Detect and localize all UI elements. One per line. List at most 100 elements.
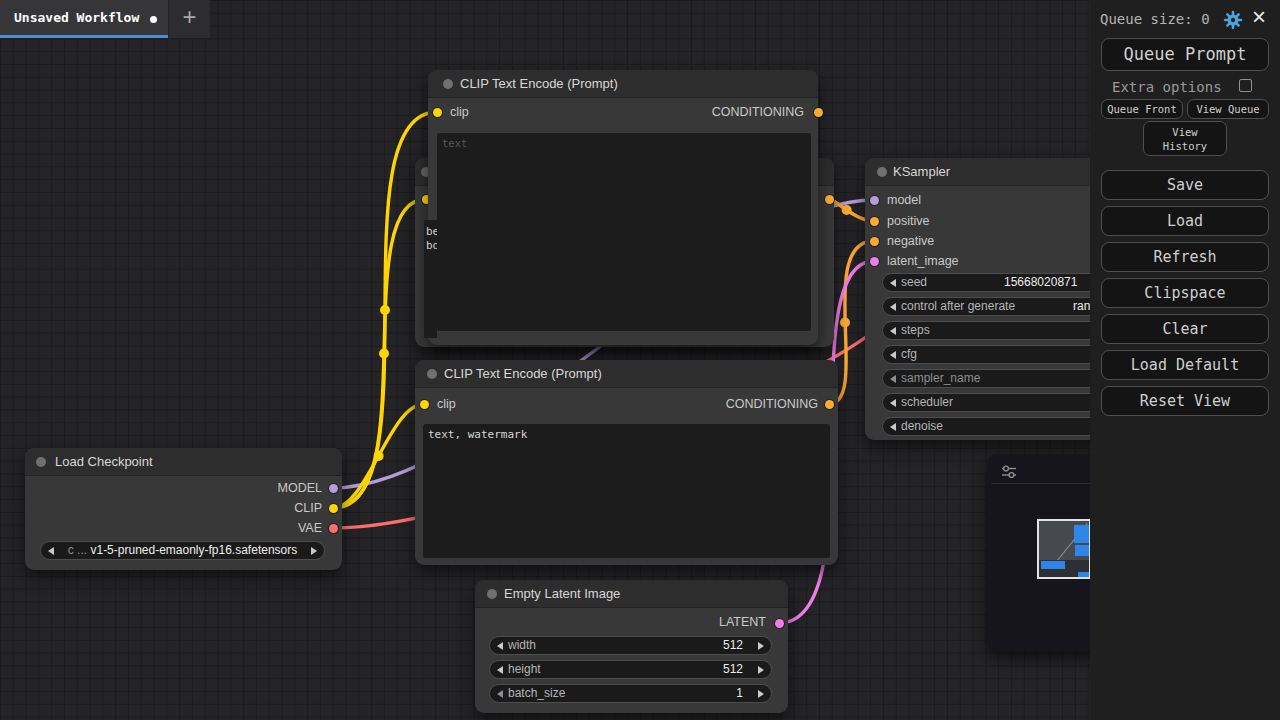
save-button[interactable]: Save [1101, 170, 1269, 200]
increment-arrow-icon[interactable] [758, 642, 764, 650]
wire-dot [842, 205, 852, 215]
decrement-arrow-icon[interactable] [890, 423, 896, 431]
output-slot-conditioning[interactable] [814, 108, 823, 117]
active-tab-underline [0, 35, 168, 38]
widget-seed[interactable]: seed 15668020871 [882, 273, 1090, 292]
decrement-arrow-icon[interactable] [890, 375, 896, 383]
widget-height[interactable]: height 512 [489, 660, 772, 679]
settings-gear-icon[interactable] [1222, 9, 1244, 31]
refresh-button[interactable]: Refresh [1101, 242, 1269, 272]
reset-view-button[interactable]: Reset View [1101, 386, 1269, 416]
hidden-node-textarea-sliver[interactable]: bebo [424, 220, 437, 338]
input-slot-latent-image[interactable] [870, 257, 879, 266]
widget-sampler-name[interactable]: sampler_name [882, 369, 1090, 388]
widget-value: v1-5-pruned-emaonly-fp16.safetensors [90, 543, 297, 557]
widget-batch-size[interactable]: batch_size 1 [489, 684, 772, 703]
collapse-dot[interactable] [443, 79, 453, 89]
decrement-arrow-icon[interactable] [890, 279, 896, 287]
close-panel-icon[interactable]: × [1252, 3, 1266, 31]
decrement-arrow-icon[interactable] [890, 303, 896, 311]
output-slot-conditioning[interactable] [825, 400, 834, 409]
view-queue-button[interactable]: View Queue [1187, 99, 1269, 119]
wire-dot [374, 451, 384, 461]
extra-options-checkbox[interactable] [1239, 79, 1252, 92]
widget-denoise[interactable]: denoise [882, 417, 1090, 436]
widget-control-after-generate[interactable]: control after generate randomize [882, 297, 1090, 316]
increment-arrow-icon[interactable] [311, 547, 317, 555]
input-slot-positive[interactable] [870, 217, 879, 226]
new-tab-button[interactable]: + [169, 0, 210, 38]
widget-label: batch_size [508, 686, 565, 700]
node-empty-latent-image[interactable]: Empty Latent Image LATENT width 512 heig… [475, 580, 788, 713]
node-graph-canvas[interactable]: CLIP Text Encode (Prompt) clip CONDITION… [0, 0, 1090, 720]
output-slot-conditioning[interactable] [825, 195, 834, 204]
input-slot-clip[interactable] [420, 400, 429, 409]
node-title-bar[interactable]: Load Checkpoint [25, 448, 342, 476]
clipspace-button[interactable]: Clipspace [1101, 278, 1269, 308]
collapse-dot[interactable] [487, 589, 497, 599]
node-title: CLIP Text Encode (Prompt) [444, 366, 602, 381]
load-default-button[interactable]: Load Default [1101, 350, 1269, 380]
increment-arrow-icon[interactable] [758, 666, 764, 674]
clear-button[interactable]: Clear [1101, 314, 1269, 344]
prompt-textarea[interactable]: text [437, 133, 811, 331]
output-slot-latent[interactable] [775, 619, 784, 628]
view-history-button[interactable]: ViewHistory [1143, 121, 1227, 156]
widget-value: 1 [736, 686, 743, 700]
collapse-dot[interactable] [877, 167, 887, 177]
unsaved-dot [150, 16, 157, 23]
widget-width[interactable]: width 512 [489, 636, 772, 655]
thumb-shape [1074, 525, 1089, 543]
input-slot-model[interactable] [870, 196, 879, 205]
tune-icon[interactable] [1001, 464, 1017, 480]
output-label: CLIP [294, 501, 322, 515]
widget-value: 512 [723, 662, 743, 676]
widget-cfg[interactable]: cfg [882, 345, 1090, 364]
queue-panel: Queue size: 0 × Queue Prompt Extra optio… [1090, 0, 1280, 720]
node-title: Empty Latent Image [504, 586, 620, 601]
image-thumbnail[interactable] [1037, 519, 1090, 579]
node-title-bar[interactable]: CLIP Text Encode (Prompt) [415, 360, 838, 388]
node-title-bar[interactable]: KSampler [865, 158, 1090, 186]
load-button[interactable]: Load [1101, 206, 1269, 236]
node-title-bar[interactable]: CLIP Text Encode (Prompt) [428, 70, 818, 98]
increment-arrow-icon[interactable] [758, 690, 764, 698]
decrement-arrow-icon[interactable] [497, 666, 503, 674]
node-save-image[interactable] [987, 454, 1090, 651]
queue-prompt-button[interactable]: Queue Prompt [1101, 38, 1269, 71]
output-slot-vae[interactable] [329, 524, 338, 533]
node-ksampler[interactable]: KSampler model positive negative latent_… [865, 158, 1090, 440]
decrement-arrow-icon[interactable] [48, 547, 54, 555]
node-load-checkpoint[interactable]: Load Checkpoint MODEL CLIP VAE c ... v1-… [25, 448, 342, 570]
queue-size-label: Queue size: 0 [1100, 11, 1210, 27]
wire-dot [380, 305, 390, 315]
output-slot-model[interactable] [329, 484, 338, 493]
input-slot-negative[interactable] [870, 237, 879, 246]
widget-steps[interactable]: steps [882, 321, 1090, 340]
node-title: KSampler [893, 164, 950, 179]
widget-ckpt-name[interactable]: c ... v1-5-pruned-emaonly-fp16.safetenso… [40, 541, 325, 560]
collapse-dot[interactable] [36, 457, 46, 467]
input-slot-clip[interactable] [433, 108, 442, 117]
decrement-arrow-icon[interactable] [890, 399, 896, 407]
prompt-textarea[interactable]: text, watermark [423, 424, 830, 558]
input-label: model [887, 193, 921, 207]
input-label: clip [437, 397, 456, 411]
node-clip-text-encode-bottom[interactable]: CLIP Text Encode (Prompt) clip CONDITION… [415, 360, 838, 565]
input-label: latent_image [887, 254, 959, 268]
queue-front-button[interactable]: Queue Front [1101, 99, 1183, 119]
input-label: positive [887, 214, 929, 228]
decrement-arrow-icon[interactable] [497, 690, 503, 698]
tab-unsaved-workflow[interactable]: Unsaved Workflow [0, 0, 168, 38]
node-title-bar[interactable]: Empty Latent Image [475, 580, 788, 608]
comfyui-app: CLIP Text Encode (Prompt) clip CONDITION… [0, 0, 1280, 720]
widget-label: denoise [901, 419, 943, 433]
decrement-arrow-icon[interactable] [497, 642, 503, 650]
input-label: negative [887, 234, 934, 248]
output-slot-clip[interactable] [329, 504, 338, 513]
collapse-dot[interactable] [427, 369, 437, 379]
decrement-arrow-icon[interactable] [890, 351, 896, 359]
widget-scheduler[interactable]: scheduler [882, 393, 1090, 412]
node-clip-text-encode-top[interactable]: CLIP Text Encode (Prompt) clip CONDITION… [428, 70, 818, 345]
decrement-arrow-icon[interactable] [890, 327, 896, 335]
